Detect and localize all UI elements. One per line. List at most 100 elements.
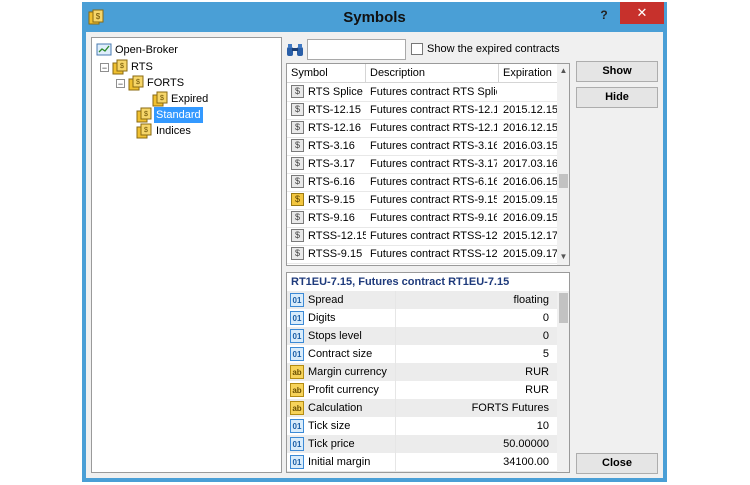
property-name: Digits xyxy=(308,312,336,324)
help-button[interactable]: ? xyxy=(594,8,614,26)
column-divider xyxy=(395,399,396,417)
title-bar[interactable]: $ Symbols ? ✕ xyxy=(82,2,667,32)
symbol-icon: $ xyxy=(291,247,304,260)
table-row[interactable]: $ RTS-3.17 Futures contract RTS-3.17 2017.0… xyxy=(287,155,557,174)
show-button[interactable]: Show xyxy=(576,61,658,82)
property-row[interactable]: 01 Tick price 50.00000 xyxy=(287,435,557,454)
column-divider xyxy=(395,327,396,345)
tree-label-standard: Standard xyxy=(154,107,203,123)
binoculars-icon[interactable] xyxy=(286,42,304,58)
property-name: Tick size xyxy=(308,420,351,432)
column-header-description[interactable]: Description xyxy=(366,64,499,82)
table-row[interactable]: $ RTS-12.15 Futures contract RTS-12.15 2015… xyxy=(287,101,557,120)
symbols-window: $ Symbols ? ✕ Open-Broker − $ RTS − $ FO… xyxy=(82,2,667,482)
column-header-expiration[interactable]: Expiration xyxy=(499,64,557,82)
property-row[interactable]: 01 Digits 0 xyxy=(287,309,557,328)
scroll-down-arrow-icon[interactable]: ▼ xyxy=(557,252,569,261)
cell-description: Futures contract RTS-9.15 xyxy=(370,194,497,206)
cell-symbol: RTS-3.16 xyxy=(308,140,355,152)
column-divider xyxy=(395,417,396,435)
folder-dollar-icon: $ xyxy=(136,107,152,123)
properties-scrollbar[interactable] xyxy=(557,291,569,472)
numeric-property-icon: 01 xyxy=(290,455,304,469)
cell-expiration: 2015.09.17 xyxy=(503,248,557,260)
symbols-scroll-thumb[interactable] xyxy=(559,174,568,188)
property-row[interactable]: 01 Stops level 0 xyxy=(287,327,557,346)
table-row[interactable]: $ RTS-9.16 Futures contract RTS-9.16 2016.0… xyxy=(287,209,557,228)
tree-label-forts: FORTS xyxy=(147,77,185,89)
property-name: Spread xyxy=(308,294,344,306)
property-row[interactable]: 01 Initial margin 34100.00 xyxy=(287,453,557,472)
tree-label-open-broker: Open-Broker xyxy=(115,44,178,56)
property-row[interactable]: ab Calculation FORTS Futures xyxy=(287,399,557,418)
symbol-icon: $ xyxy=(291,85,304,98)
property-row[interactable]: ab Margin currency RUR xyxy=(287,363,557,382)
cell-expiration: 2016.06.15 xyxy=(503,176,557,188)
symbol-icon: $ xyxy=(291,103,304,116)
cell-symbol: RTS-6.16 xyxy=(308,176,355,188)
symbol-tree[interactable]: Open-Broker − $ RTS − $ FORTS $ Expired … xyxy=(91,37,282,473)
numeric-property-icon: 01 xyxy=(290,437,304,451)
show-expired-checkbox[interactable] xyxy=(411,43,423,55)
numeric-property-icon: 01 xyxy=(290,329,304,343)
tree-node-open-broker[interactable]: Open-Broker xyxy=(96,42,276,58)
table-row[interactable]: $ RTS-3.16 Futures contract RTS-3.16 2016.0… xyxy=(287,137,557,156)
table-row[interactable]: $ RTS-6.16 Futures contract RTS-6.16 2016.0… xyxy=(287,173,557,192)
cell-description: Futures contract RTS Splice xyxy=(370,86,497,98)
window-close-button[interactable]: ✕ xyxy=(620,2,664,24)
table-row[interactable]: $ RTS-9.15 Futures contract RTS-9.15 2015.0… xyxy=(287,191,557,210)
cell-expiration: 2015.09.15 xyxy=(503,194,557,206)
property-row[interactable]: 01 Spread floating xyxy=(287,291,557,310)
property-name: Contract size xyxy=(308,348,373,360)
properties-header: RT1EU-7.15, Futures contract RT1EU-7.15 xyxy=(291,276,510,288)
property-name: Initial margin xyxy=(308,456,371,468)
svg-text:$: $ xyxy=(144,111,148,118)
column-divider xyxy=(395,291,396,309)
symbols-scrollbar[interactable]: ▲ ▼ xyxy=(557,64,569,265)
property-value: 0 xyxy=(542,330,549,342)
cell-symbol: RTSS-12.15 xyxy=(308,230,366,242)
hide-button[interactable]: Hide xyxy=(576,87,658,108)
column-header-symbol[interactable]: Symbol xyxy=(287,64,366,82)
property-row[interactable]: 01 Tick size 10 xyxy=(287,417,557,436)
column-divider xyxy=(395,435,396,453)
active-symbol-icon: $ xyxy=(291,193,304,206)
expand-rts-toggle[interactable]: − xyxy=(100,63,109,73)
cell-expiration: 2016.12.15 xyxy=(503,122,557,134)
tree-label-indices: Indices xyxy=(156,125,191,137)
symbol-search-input[interactable] xyxy=(307,39,406,60)
cell-description: Futures contract RTS-3.17 xyxy=(370,158,497,170)
numeric-property-icon: 01 xyxy=(290,347,304,361)
cell-symbol: RTS-12.16 xyxy=(308,122,361,134)
column-divider xyxy=(395,453,396,471)
cell-expiration: 2015.12.17 xyxy=(503,230,557,242)
properties-table[interactable]: RT1EU-7.15, Futures contract RT1EU-7.15 … xyxy=(286,272,570,473)
table-row[interactable]: $ RTS-12.16 Futures contract RTS-12.16 2016… xyxy=(287,119,557,138)
column-divider xyxy=(395,381,396,399)
numeric-property-icon: 01 xyxy=(290,419,304,433)
property-name: Margin currency xyxy=(308,366,387,378)
properties-scroll-thumb[interactable] xyxy=(559,293,568,323)
property-value: FORTS Futures xyxy=(471,402,549,414)
property-row[interactable]: 01 Contract size 5 xyxy=(287,345,557,364)
close-button[interactable]: Close xyxy=(576,453,658,474)
scroll-up-arrow-icon[interactable]: ▲ xyxy=(557,66,569,75)
table-row[interactable]: $ RTSS-9.15 Futures contract RTSS-12... 201… xyxy=(287,245,557,264)
tree-label-rts: RTS xyxy=(131,61,153,73)
table-row[interactable]: $ RTSS-12.15 Futures contract RTSS-12... 20… xyxy=(287,227,557,246)
folder-dollar-icon: $ xyxy=(136,123,152,139)
tree-label-expired: Expired xyxy=(171,93,209,105)
symbols-table[interactable]: Symbol Description Expiration $ RTS Splic… xyxy=(286,63,570,266)
property-value: floating xyxy=(513,294,549,306)
property-name: Tick price xyxy=(308,438,355,450)
table-row[interactable]: $ RTS Splice Futures contract RTS Splice xyxy=(287,83,557,102)
symbol-icon: $ xyxy=(291,157,304,170)
column-divider xyxy=(395,363,396,381)
cell-description: Futures contract RTSS-12... xyxy=(370,230,497,242)
string-property-icon: ab xyxy=(290,365,304,379)
property-row[interactable]: ab Profit currency RUR xyxy=(287,381,557,400)
cell-description: Futures contract RTS-6.16 xyxy=(370,176,497,188)
expand-forts-toggle[interactable]: − xyxy=(116,79,125,89)
svg-text:$: $ xyxy=(136,79,140,86)
cell-expiration: 2015.12.15 xyxy=(503,104,557,116)
